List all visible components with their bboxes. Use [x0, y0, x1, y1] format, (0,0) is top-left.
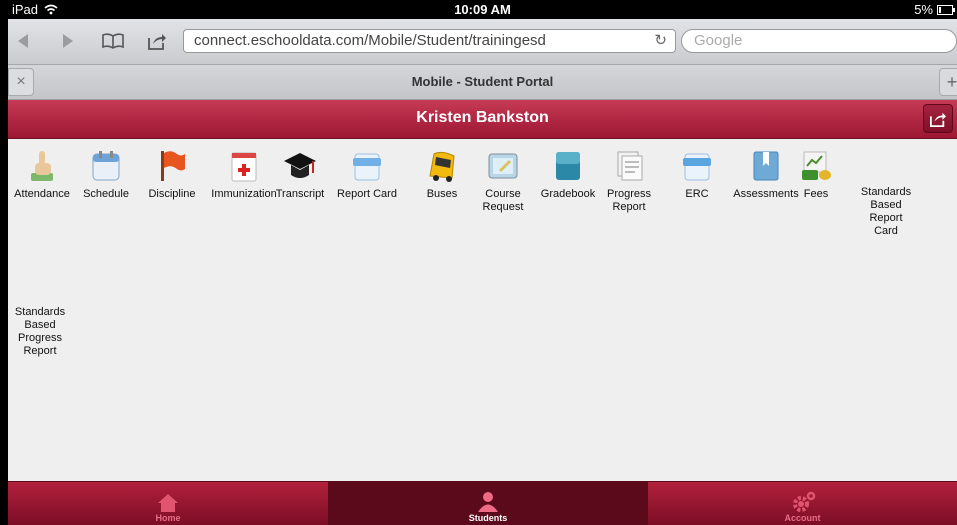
- erc-icon: [680, 148, 714, 184]
- ipad-screen: iPad 10:09 AM 5% connect.eschooldata.com…: [8, 0, 957, 525]
- tab-students[interactable]: Students: [328, 482, 648, 525]
- tile-assessments[interactable]: Assessments: [729, 148, 803, 201]
- tile-transcript[interactable]: Transcript: [268, 148, 332, 201]
- tile-erc[interactable]: ERC: [665, 148, 729, 201]
- tile-label: Standards Based Report Card: [860, 186, 912, 237]
- tile-label: Course Request: [482, 188, 524, 213]
- tab-home[interactable]: Home: [8, 482, 328, 525]
- url-text: connect.eschooldata.com/Mobile/Student/t…: [194, 32, 546, 49]
- bottom-tab-bar: Home Students Account: [8, 481, 957, 525]
- tile-standards-based-progress-report[interactable]: Standards Based Progress Report: [12, 306, 68, 358]
- request-icon: [486, 148, 520, 184]
- tab-home-label: Home: [155, 513, 181, 523]
- logout-button[interactable]: [923, 104, 953, 133]
- money-icon: [799, 148, 833, 184]
- calendar-icon: [89, 148, 123, 184]
- bookmarks-icon[interactable]: [100, 29, 126, 53]
- tile-label: Discipline: [148, 188, 196, 200]
- gear-icon: [792, 491, 815, 512]
- bookmark-icon: [749, 148, 783, 184]
- attendance-icon: [25, 148, 59, 184]
- tile-label: Progress Report: [606, 188, 652, 213]
- tile-label: Standards Based Progress Report: [14, 306, 66, 357]
- tab-account[interactable]: Account: [648, 482, 957, 525]
- url-field[interactable]: connect.eschooldata.com/Mobile/Student/t…: [183, 29, 676, 53]
- forward-icon[interactable]: [55, 29, 81, 53]
- graduation-cap-icon: [283, 148, 317, 184]
- tile-label: ERC: [685, 188, 709, 200]
- tab-account-label: Account: [784, 513, 821, 523]
- clock: 10:09 AM: [454, 2, 511, 17]
- tile-label: Immunization: [211, 188, 277, 200]
- tab-students-label: Students: [468, 513, 508, 523]
- tile-course-request[interactable]: Course Request: [471, 148, 535, 214]
- tile-schedule[interactable]: Schedule: [74, 148, 138, 201]
- home-icon: [158, 494, 178, 512]
- tile-label: Report Card: [337, 188, 397, 200]
- battery-percent: 5%: [914, 2, 933, 17]
- tile-attendance[interactable]: Attendance: [10, 148, 74, 201]
- bus-icon: [425, 148, 459, 184]
- browser-toolbar: connect.eschooldata.com/Mobile/Student/t…: [8, 19, 957, 65]
- tile-progress-report[interactable]: Progress Report: [597, 148, 661, 214]
- tile-standards-based-report-card[interactable]: Standards Based Report Card: [854, 186, 918, 238]
- tile-immunization[interactable]: Immunization: [211, 148, 277, 201]
- search-field[interactable]: Google: [681, 29, 957, 53]
- tile-label: Assessments: [733, 188, 799, 200]
- tile-label: Buses: [426, 188, 458, 200]
- back-icon[interactable]: [10, 29, 36, 53]
- browser-tab-bar: × Mobile - Student Portal +: [8, 65, 957, 100]
- tile-report-card[interactable]: Report Card: [335, 148, 399, 201]
- app-header: Kristen Bankston: [8, 100, 957, 139]
- card-icon: [350, 148, 384, 184]
- reload-icon[interactable]: ↻: [654, 30, 667, 52]
- battery-icon: [937, 4, 955, 15]
- tile-gradebook[interactable]: Gradebook: [536, 148, 600, 201]
- student-name: Kristen Bankston: [416, 109, 549, 126]
- report-icon: [612, 148, 646, 184]
- tile-label: Schedule: [83, 188, 129, 200]
- share-icon[interactable]: [144, 29, 170, 53]
- medical-icon: [227, 148, 261, 184]
- search-placeholder: Google: [694, 32, 743, 49]
- tile-label: Attendance: [14, 188, 70, 200]
- tile-label: Transcript: [275, 188, 325, 200]
- book-icon: [551, 148, 585, 184]
- tile-label: Gradebook: [540, 188, 596, 200]
- new-tab-icon[interactable]: +: [939, 68, 957, 96]
- tile-buses[interactable]: Buses: [410, 148, 474, 201]
- tile-discipline[interactable]: Discipline: [140, 148, 204, 201]
- flag-icon: [155, 148, 189, 184]
- person-icon: [478, 492, 498, 512]
- tile-label: Fees: [803, 188, 829, 200]
- tab-title[interactable]: Mobile - Student Portal: [8, 74, 957, 89]
- tile-fees[interactable]: Fees: [794, 148, 838, 201]
- logout-icon: [930, 112, 946, 127]
- status-bar: iPad 10:09 AM 5%: [8, 0, 957, 19]
